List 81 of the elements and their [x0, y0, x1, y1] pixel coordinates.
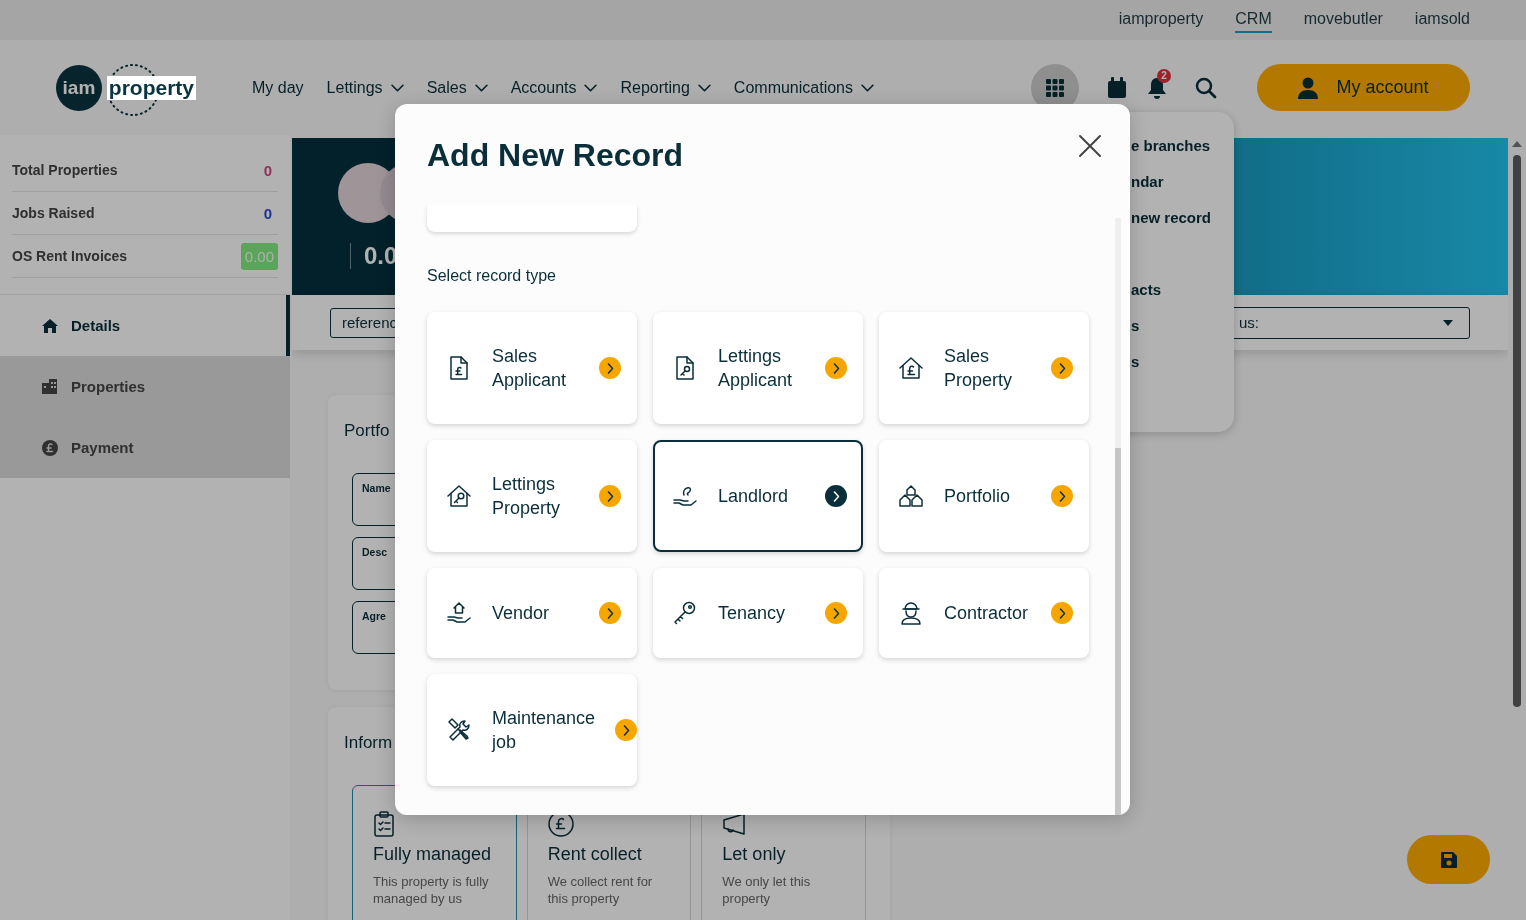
logo-badge: iam — [56, 64, 102, 111]
search-icon[interactable] — [1195, 76, 1217, 99]
pound-coin-icon — [41, 438, 59, 457]
chevron-icon — [825, 485, 847, 507]
chevron-icon — [615, 719, 638, 741]
site-link[interactable]: CRM — [1235, 7, 1272, 33]
record-type-card[interactable]: Lettings Property — [427, 440, 637, 552]
nav-menu-item[interactable]: My day — [252, 78, 304, 97]
chevron-icon — [599, 357, 621, 379]
menu-item[interactable]: new record — [1131, 210, 1234, 246]
chevron-icon — [1051, 485, 1073, 507]
notification-badge: 2 — [1157, 68, 1171, 83]
houses-icon — [898, 483, 924, 509]
close-button[interactable] — [1078, 134, 1102, 158]
person-icon — [1298, 76, 1319, 99]
menu-item[interactable]: e branches — [1131, 138, 1234, 174]
hand-house-icon — [446, 600, 472, 626]
record-type-card[interactable]: Contractor — [879, 568, 1089, 658]
stat-label: Total Properties — [12, 162, 118, 178]
tools-icon — [446, 717, 472, 743]
record-type-card[interactable]: Lettings Applicant — [653, 312, 863, 424]
site-link[interactable]: iamsold — [1414, 7, 1470, 33]
save-button[interactable] — [1407, 835, 1490, 884]
building-icon — [41, 377, 59, 396]
record-type-card[interactable]: Sales Property — [879, 312, 1089, 424]
card-title: Portfo — [344, 421, 390, 441]
record-type-card[interactable]: Landlord — [653, 440, 863, 552]
worker-icon — [898, 600, 924, 626]
stat-label: OS Rent Invoices — [12, 248, 128, 264]
sidebar-item[interactable]: Details — [0, 295, 290, 356]
chevron-icon — [599, 485, 621, 507]
option-title: Rent collect — [547, 844, 643, 865]
stat-label: Jobs Raised — [12, 205, 95, 221]
record-type-card[interactable]: Sales Applicant — [427, 312, 637, 424]
stat-value: 0 — [263, 204, 273, 222]
record-type-card[interactable]: Tenancy — [653, 568, 863, 658]
chevron-down-icon — [474, 83, 488, 92]
house-icon — [898, 355, 924, 381]
option-description: We collect rent for this property — [547, 873, 654, 907]
chevron-icon — [599, 602, 621, 624]
record-type-card[interactable]: Maintenance job — [427, 674, 637, 786]
section-label: Select record type — [427, 266, 557, 286]
option-description: This property is fully managed by us — [373, 873, 490, 907]
option-description: We only let this property — [722, 873, 812, 907]
menu-item[interactable]: s — [1131, 354, 1234, 390]
chevron-icon — [1051, 357, 1073, 379]
site-link[interactable]: movebutler — [1303, 7, 1383, 33]
nav-menu-item[interactable]: Sales — [426, 78, 488, 97]
card-title: Inform — [344, 733, 393, 753]
chevron-icon — [825, 602, 847, 624]
menu-item[interactable]: ndar — [1131, 174, 1234, 210]
chevron-down-icon — [697, 83, 711, 92]
house-icon — [446, 483, 472, 509]
nav-menu-item[interactable]: Lettings — [326, 78, 404, 97]
nav-menu-item[interactable]: Communications — [733, 78, 874, 97]
calendar-icon[interactable] — [1107, 76, 1127, 99]
key-icon — [672, 600, 698, 626]
chevron-down-icon — [861, 83, 874, 92]
scrollbar[interactable] — [1115, 218, 1121, 815]
sidebar-item[interactable]: Payment — [0, 417, 290, 478]
account-button[interactable]: My account — [1257, 64, 1470, 111]
nav-menu-item[interactable]: Accounts — [510, 78, 598, 97]
chevron-icon — [825, 357, 847, 379]
modal-title: Add New Record — [427, 136, 684, 174]
record-type-card[interactable]: Vendor — [427, 568, 637, 658]
option-title: Let only — [722, 844, 787, 865]
sidebar-item[interactable]: Properties — [0, 356, 290, 417]
close-icon — [1078, 134, 1102, 158]
chevron-down-icon — [584, 83, 598, 92]
chevron-icon — [1051, 602, 1073, 624]
stat-value: 0 — [263, 161, 273, 179]
caret-icon — [1443, 319, 1453, 326]
stat-badge: 0.00 — [240, 242, 278, 270]
chevron-down-icon — [390, 83, 404, 92]
home-icon — [41, 316, 59, 335]
logo-text: property — [106, 75, 196, 100]
option-title: Fully managed — [373, 844, 493, 865]
site-link[interactable]: iamproperty — [1118, 7, 1204, 33]
nav-menu-item[interactable]: Reporting — [620, 78, 711, 97]
grid-icon — [1046, 78, 1064, 97]
record-type-card[interactable]: Portfolio — [879, 440, 1089, 552]
